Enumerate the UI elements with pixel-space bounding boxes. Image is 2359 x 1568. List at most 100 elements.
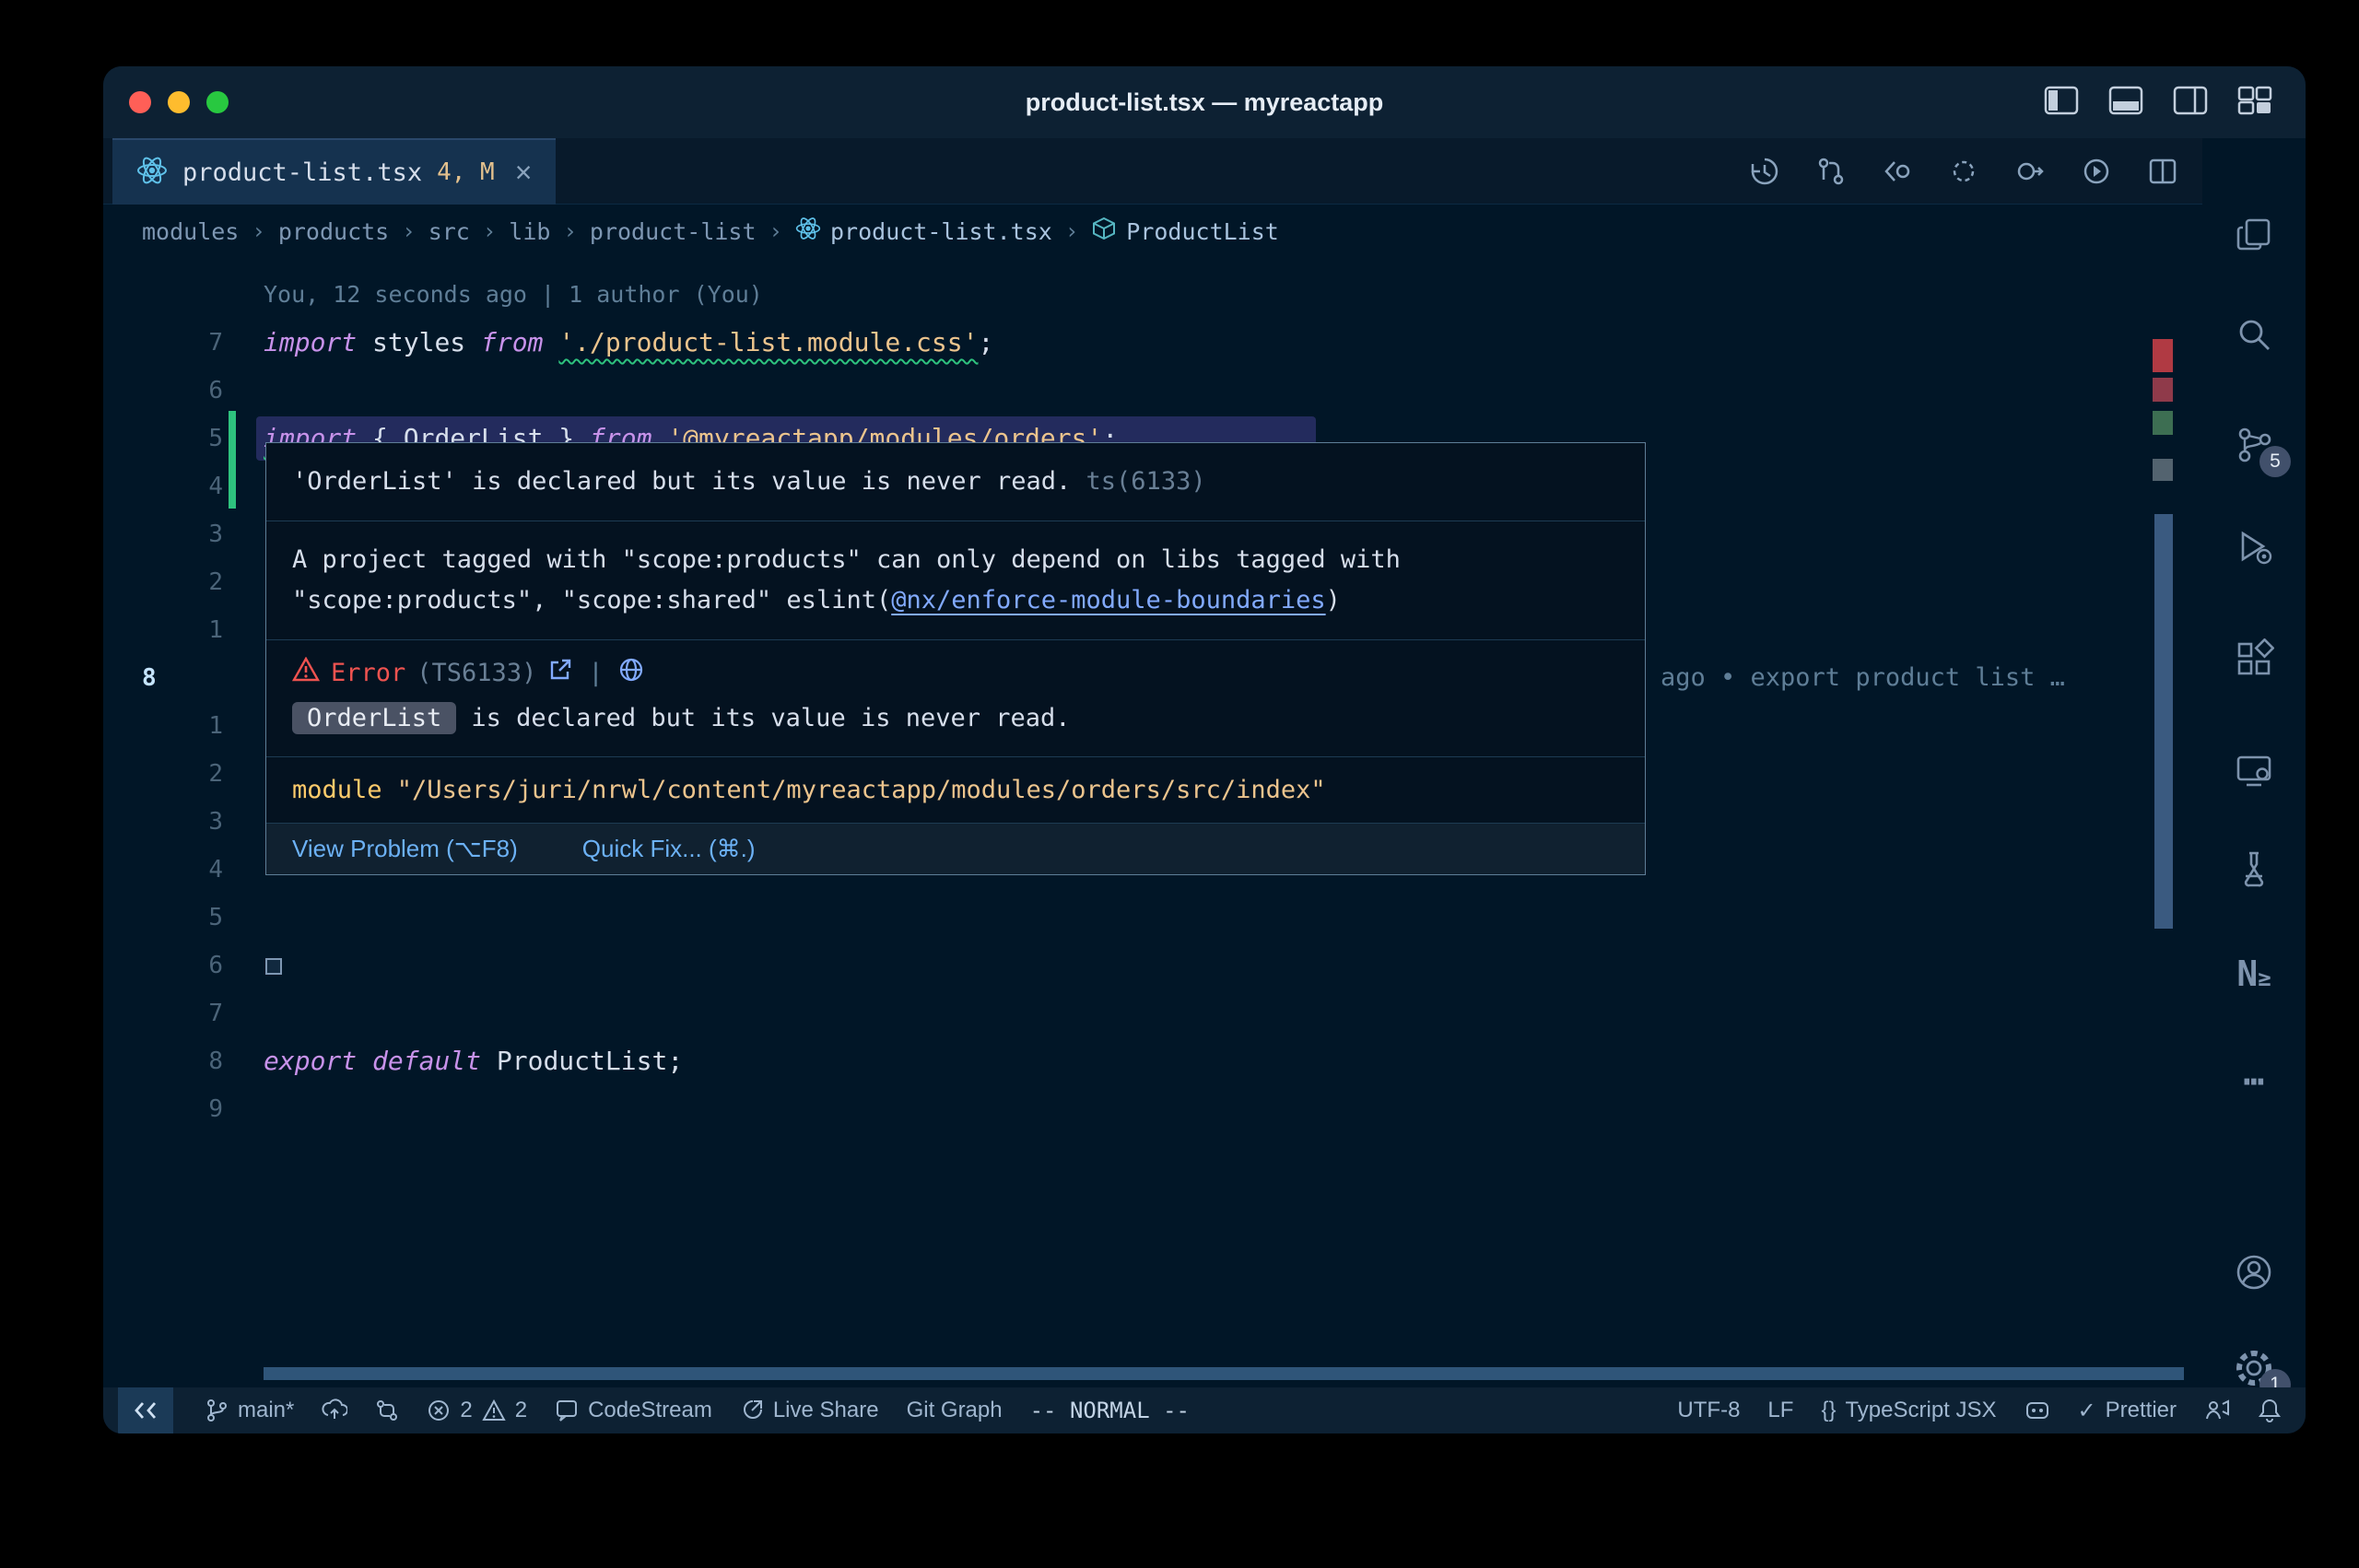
code-line-7[interactable]: import styles from './product-list.modul… [264,319,2046,367]
notifications-bell-icon[interactable] [2258,1398,2282,1423]
editor-layout-icon[interactable] [2237,85,2272,116]
nx-console-icon[interactable]: N≥ [2202,932,2306,1015]
blame-annotation: You, 12 seconds ago | 1 author (You) [264,271,2046,319]
line-number[interactable]: 3 [103,798,223,846]
split-editor-icon[interactable] [2147,156,2178,187]
code-line-export[interactable]: export default ProductList; [264,1037,2046,1085]
error-detail-message: is declared but its value is never read. [471,704,1070,732]
timeline-icon[interactable] [1749,156,1780,187]
keyword: from [465,327,558,357]
source-control-icon[interactable]: 5 [2202,404,2306,486]
extensions-icon[interactable] [2202,617,2306,700]
gitlens-compare-icon[interactable] [375,1398,399,1422]
punctuation: ; [978,327,993,357]
remote-indicator-icon[interactable] [118,1387,173,1433]
warning-count: 2 [515,1398,527,1423]
toggle-secondary-sidebar-icon[interactable] [2173,85,2208,116]
copilot-icon[interactable] [2025,1398,2050,1422]
eslint-rule-link[interactable]: @nx/enforce-module-boundaries [891,586,1325,614]
navigate-back-icon[interactable] [1882,156,1913,187]
breadcrumb-src[interactable]: src [428,218,470,245]
live-share-item[interactable]: Live Share [740,1398,879,1423]
run-debug-icon[interactable] [2202,505,2306,588]
tab-product-list[interactable]: product-list.tsx 4, M × [112,138,556,205]
line-number[interactable]: 2 [103,750,223,798]
git-graph-label: Git Graph [907,1398,1003,1423]
tab-filename: product-list.tsx [182,158,422,187]
circle-arrow-icon[interactable] [2014,156,2046,187]
activity-bar: 5 N≥ ⋯ 1 [2202,138,2306,1387]
line-number[interactable]: 8 [103,1037,223,1085]
git-graph-item[interactable]: Git Graph [907,1398,1003,1423]
feedback-icon[interactable] [2204,1398,2230,1422]
view-problem-action[interactable]: View Problem (⌥F8) [292,835,518,863]
breadcrumb-separator: › [252,218,264,244]
breadcrumb-modules[interactable]: modules [142,218,239,245]
current-line-number[interactable]: 8 [103,654,223,702]
nx-mark: ≥ [2258,965,2271,991]
account-icon[interactable] [2202,1231,2306,1314]
code-line-6[interactable] [264,367,2046,415]
run-file-icon[interactable] [2081,156,2112,187]
branch-icon [205,1398,229,1422]
problems-item[interactable]: 2 2 [427,1398,527,1423]
vertical-scrollbar[interactable] [2154,514,2173,929]
globe-icon[interactable] [618,657,644,689]
braces-icon: {} [1821,1398,1836,1423]
line-number[interactable]: 5 [103,415,223,462]
explorer-icon[interactable] [2202,193,2306,276]
error-label: Error [331,659,405,687]
error-detail-row: OrderList is declared but its value is n… [266,693,1645,757]
search-icon[interactable] [2202,293,2306,376]
code-line-9[interactable] [264,1085,2046,1133]
code-line[interactable] [264,942,2046,989]
line-number[interactable]: 6 [103,367,223,415]
line-number[interactable]: 7 [103,319,223,367]
publish-changes-icon[interactable] [322,1398,347,1422]
codestream-item[interactable]: CodeStream [555,1398,712,1423]
code-line[interactable] [264,894,2046,942]
more-views-icon[interactable]: ⋯ [2202,1039,2306,1122]
code-editor[interactable]: 7 6 5 4 3 2 1 8 1 2 3 4 5 6 7 8 9 You, 1… [103,258,2202,1387]
compare-changes-icon[interactable] [1815,156,1847,187]
remote-explorer-icon[interactable] [2202,730,2306,813]
tab-close-icon[interactable]: × [515,156,533,190]
tab-bar: product-list.tsx 4, M × [103,138,2306,205]
quick-fix-action[interactable]: Quick Fix... (⌘.) [582,835,756,863]
error-triangle-icon [292,657,320,689]
breadcrumb-products[interactable]: products [278,218,389,245]
line-number[interactable]: 1 [103,702,223,750]
toggle-sidebar-icon[interactable] [2044,85,2079,116]
toggle-panel-icon[interactable] [2108,85,2143,116]
breadcrumb-symbol[interactable]: ProductList [1091,216,1279,247]
horizontal-scrollbar[interactable] [264,1367,2184,1380]
breadcrumb-lib[interactable]: lib [509,218,550,245]
live-share-label: Live Share [773,1398,879,1423]
encoding-item[interactable]: UTF-8 [1677,1398,1740,1423]
codelens-blame-text: ago • export product list … [1661,654,2158,702]
breadcrumb-file[interactable]: product-list.tsx [795,216,1052,247]
prettier-label: Prettier [2106,1398,2177,1423]
open-external-icon[interactable] [547,657,573,689]
line-number[interactable]: 5 [103,894,223,942]
language-mode-item[interactable]: {} TypeScript JSX [1821,1398,1996,1423]
line-number[interactable]: 4 [103,462,223,510]
line-number[interactable]: 6 [103,942,223,989]
git-branch-item[interactable]: main* [205,1398,294,1423]
eol-item[interactable]: LF [1767,1398,1793,1423]
line-number[interactable]: 9 [103,1085,223,1133]
prettier-item[interactable]: ✓ Prettier [2078,1398,2177,1424]
line-number[interactable]: 1 [103,606,223,654]
line-number[interactable]: 7 [103,989,223,1037]
eslint-message-close: ) [1326,586,1341,614]
testing-icon[interactable] [2202,827,2306,910]
outline-circle-icon[interactable] [1948,156,1979,187]
vim-mode-indicator: -- NORMAL -- [1030,1398,1190,1423]
line-number[interactable]: 4 [103,846,223,894]
breadcrumb-product-list[interactable]: product-list [590,218,757,245]
code-line[interactable] [264,989,2046,1037]
hover-resize-handle[interactable] [265,958,282,975]
title-bar: product-list.tsx — myreactapp [103,66,2306,138]
line-number[interactable]: 3 [103,510,223,558]
line-number[interactable]: 2 [103,558,223,606]
